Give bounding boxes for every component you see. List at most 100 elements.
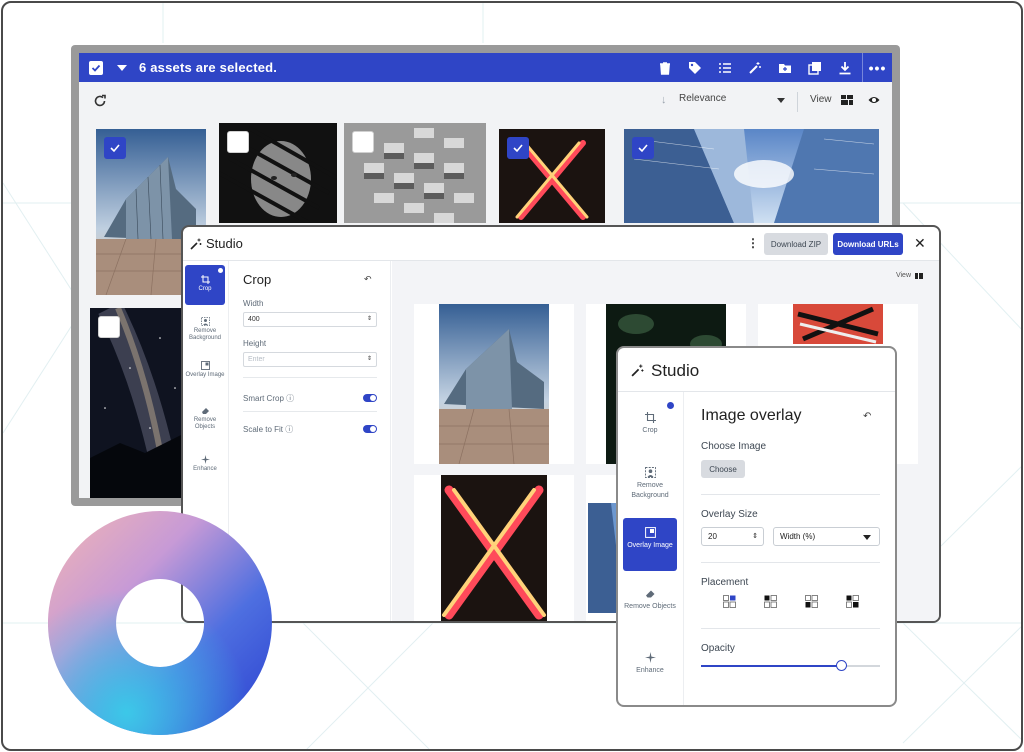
- smart-crop-toggle[interactable]: [363, 394, 377, 402]
- overlay-size-label: Overlay Size: [701, 509, 758, 520]
- chevron-down-icon: [863, 535, 871, 540]
- refresh-icon[interactable]: [93, 94, 107, 108]
- overlay-image-icon: [200, 361, 210, 370]
- tool-enhance[interactable]: Enhance: [185, 455, 225, 473]
- overlay-size-value: 20: [708, 532, 717, 541]
- undo-icon[interactable]: ↶: [364, 274, 372, 285]
- tool-label: Remove Background: [631, 482, 669, 499]
- tool-overlay-image[interactable]: Overlay Image: [623, 518, 677, 571]
- thumbnail-checkbox[interactable]: [104, 137, 126, 159]
- sort-direction-icon[interactable]: ↓: [661, 94, 667, 106]
- width-label: Width: [243, 299, 264, 308]
- thumbnail-checkbox[interactable]: [507, 137, 529, 159]
- thumbnail-striped-portrait[interactable]: [219, 123, 337, 223]
- opacity-label: Opacity: [701, 643, 735, 654]
- tool-enhance[interactable]: Enhance: [623, 652, 677, 676]
- tool-label: Remove Objects: [193, 417, 217, 430]
- view-toggle-icon[interactable]: [915, 273, 923, 279]
- copy-icon[interactable]: [808, 61, 822, 75]
- bulk-actions: [658, 53, 852, 82]
- thumbnail-neon-x[interactable]: [499, 129, 605, 223]
- select-all-checkbox[interactable]: [89, 60, 103, 75]
- studio-title: Studio: [651, 361, 700, 380]
- magic-wand-icon[interactable]: [748, 61, 762, 75]
- download-zip-button[interactable]: Download ZIP: [764, 233, 828, 255]
- tool-label: Overlay Image: [627, 542, 673, 549]
- thumbnail-checkbox[interactable]: [227, 131, 249, 153]
- sparkle-icon: [200, 455, 210, 464]
- scale-to-fit-toggle[interactable]: [363, 425, 377, 433]
- tool-crop[interactable]: Crop: [185, 265, 225, 305]
- result-card-titanic[interactable]: [414, 304, 574, 464]
- width-input[interactable]: 400 ⇕: [243, 312, 377, 327]
- image-overlay-panel: Image overlay ↶ Choose Image Choose Over…: [685, 392, 895, 705]
- preview-eye-icon[interactable]: [868, 94, 880, 106]
- divider: [701, 628, 880, 629]
- studio-overlay-window: Studio Crop Remove Background Overlay Im…: [616, 346, 897, 707]
- active-dot: [667, 402, 674, 409]
- thumbnail-checkbox[interactable]: [632, 137, 654, 159]
- panel-title: Crop: [243, 272, 272, 287]
- width-value: 400: [248, 316, 260, 323]
- selection-bar: 6 assets are selected. •••: [79, 53, 892, 82]
- thumbnail-checkbox[interactable]: [352, 131, 374, 153]
- choose-image-button[interactable]: Choose: [701, 460, 745, 478]
- active-dot: [218, 268, 223, 273]
- sort-dropdown-icon[interactable]: [777, 98, 785, 103]
- opacity-slider[interactable]: [701, 660, 880, 671]
- tag-icon[interactable]: [688, 61, 702, 75]
- eraser-icon: [201, 408, 209, 414]
- overlay-unit-select[interactable]: Width (%): [773, 527, 880, 546]
- opacity-slider-handle[interactable]: [835, 660, 847, 671]
- placement-bottom-right-icon[interactable]: [846, 595, 859, 608]
- stepper-icon[interactable]: ⇕: [752, 528, 758, 545]
- decorative-ring: [48, 511, 272, 735]
- thumbnail-milky-way[interactable]: [90, 308, 185, 498]
- tool-remove-objects[interactable]: Remove Objects: [185, 406, 225, 431]
- studio-title: Studio: [206, 236, 243, 251]
- thumbnail-concrete-pattern[interactable]: [344, 123, 486, 223]
- divider: [701, 494, 880, 495]
- selection-dropdown-icon[interactable]: [117, 64, 127, 71]
- tool-remove-objects[interactable]: Remove Objects: [623, 588, 677, 612]
- close-icon[interactable]: ✕: [914, 235, 926, 252]
- placement-bottom-left-icon[interactable]: [805, 595, 818, 608]
- tool-label: Remove Background: [188, 328, 222, 341]
- tool-label: Overlay Image: [185, 372, 225, 378]
- choose-image-label: Choose Image: [701, 441, 767, 452]
- tool-overlay-image[interactable]: Overlay Image: [185, 361, 225, 379]
- remove-background-icon: [200, 317, 210, 326]
- undo-icon[interactable]: ↶: [863, 411, 871, 422]
- grid-view-icon[interactable]: [841, 95, 853, 105]
- tool-remove-background[interactable]: Remove Background: [185, 317, 225, 342]
- stepper-icon[interactable]: ⇕: [367, 313, 372, 326]
- tool-label: Crop: [198, 286, 212, 292]
- more-actions-button[interactable]: •••: [862, 53, 892, 82]
- sparkle-icon: [644, 652, 656, 663]
- tool-remove-background[interactable]: Remove Background: [623, 467, 677, 501]
- result-card-neon-x[interactable]: [414, 475, 574, 621]
- tool-label: Remove Objects: [624, 603, 676, 610]
- placement-top-left-icon[interactable]: [764, 595, 777, 608]
- eraser-icon: [645, 590, 654, 598]
- thumbnail-checkbox[interactable]: [98, 316, 120, 338]
- tool-crop[interactable]: Crop: [623, 412, 677, 436]
- divider: [243, 377, 377, 378]
- stepper-icon[interactable]: ⇕: [367, 353, 372, 366]
- studio-tool-rail: Crop Remove Background Overlay Image Rem…: [618, 392, 684, 705]
- download-icon[interactable]: [838, 61, 852, 75]
- overlay-unit-value: Width (%): [780, 532, 816, 541]
- height-input[interactable]: Enter ⇕: [243, 352, 377, 367]
- thumbnail-skyscrapers[interactable]: [624, 129, 879, 223]
- selection-count: 6 assets are selected.: [139, 60, 278, 75]
- placement-top-right-icon[interactable]: [723, 595, 736, 608]
- sort-select[interactable]: Relevance: [679, 93, 726, 104]
- overlay-size-input[interactable]: 20 ⇕: [701, 527, 764, 546]
- kebab-menu-icon[interactable]: ⋮: [747, 236, 759, 250]
- scale-to-fit-label: Scale to Fit ⓘ: [243, 425, 294, 434]
- library-toolbar: ↓ Relevance View: [79, 82, 892, 122]
- list-icon[interactable]: [718, 61, 732, 75]
- trash-icon[interactable]: [658, 61, 672, 75]
- folder-icon[interactable]: [778, 61, 792, 75]
- download-urls-button[interactable]: Download URLs: [833, 233, 903, 255]
